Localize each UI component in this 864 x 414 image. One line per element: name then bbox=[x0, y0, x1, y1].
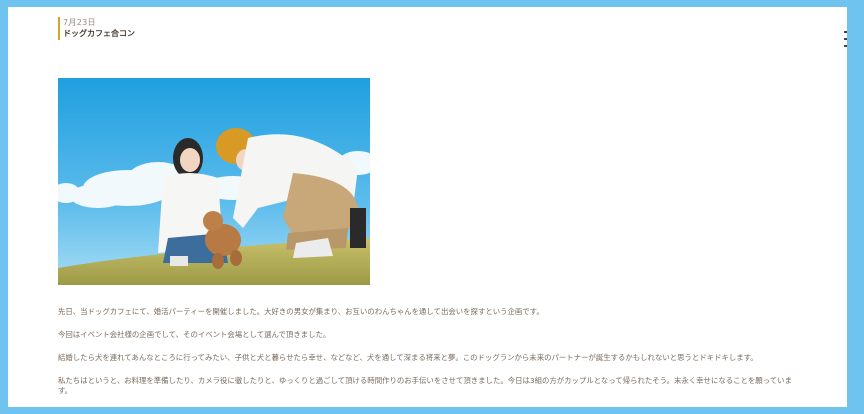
paragraph-1: 先日、当ドッグカフェにて、婚活パーティーを開催しました。大好きの男女が集まり、お… bbox=[58, 307, 544, 316]
post-header: 7月23日 ドッグカフェ合コン bbox=[58, 17, 135, 40]
hero-image bbox=[58, 78, 370, 285]
scrollbar[interactable] bbox=[847, 7, 856, 407]
post-title: ドッグカフェ合コン bbox=[63, 29, 135, 38]
page-frame: 7月23日 ドッグカフェ合コン 先日、当ドッグカフェにて、婚活パーティーを開催し… bbox=[8, 7, 856, 407]
post-date: 7月23日 bbox=[63, 18, 96, 27]
paragraph-2: 今回はイベント会社様の企画でして、そのイベント会場として選んで頂きました。 bbox=[58, 330, 331, 339]
paragraph-3: 結婚したら犬を連れてあんなところに行ってみたい、子供と犬と暮らせたら幸せ、などな… bbox=[58, 353, 758, 362]
paragraph-4: 私たちはというと、お料理を準備したり、カメラ役に徹したりと、ゆっくりと過ごして頂… bbox=[58, 376, 792, 395]
post-body: 先日、当ドッグカフェにて、婚活パーティーを開催しました。大好きの男女が集まり、お… bbox=[58, 307, 803, 407]
